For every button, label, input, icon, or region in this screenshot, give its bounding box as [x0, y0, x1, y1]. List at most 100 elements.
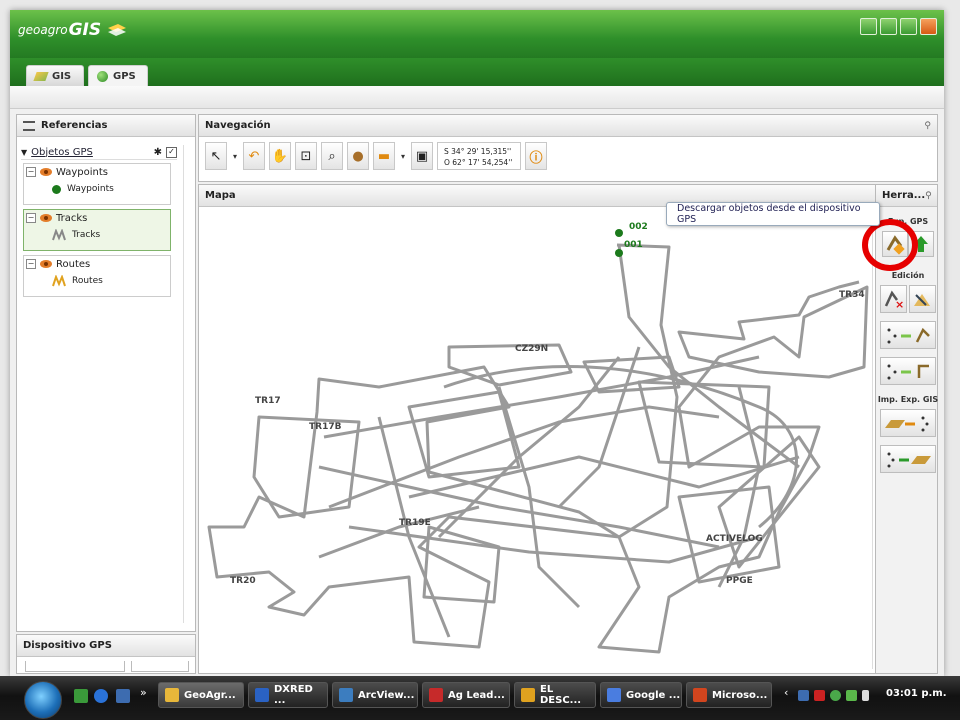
logo-prefix: geoagro — [18, 23, 68, 37]
more-chevron-icon[interactable]: » — [140, 686, 147, 699]
herramientas-panel: Herra... ⚲ Exp. GPS Edición × Imp. Exp. … — [862, 184, 939, 674]
layers-icon — [33, 71, 49, 81]
start-button[interactable] — [24, 681, 62, 719]
map-label-ppge: PPGE — [726, 576, 753, 586]
points-to-line-button[interactable] — [880, 321, 936, 349]
minimize-icon[interactable] — [880, 18, 897, 35]
dropdown-arrow-icon[interactable]: ▾ — [231, 152, 239, 161]
device-select-left[interactable] — [25, 661, 125, 672]
layer-name: Routes — [56, 258, 91, 270]
taskbar-button-geoagro[interactable]: GeoAgr... — [158, 682, 244, 708]
map-label-002: 002 — [629, 222, 648, 232]
tab-gis[interactable]: GIS — [26, 65, 84, 86]
panel-scrollbar[interactable] — [183, 145, 192, 623]
edit-track-button[interactable] — [909, 285, 936, 313]
map-label-tr17b: TR17B — [309, 422, 342, 432]
taskbar-button-google[interactable]: Google ... — [600, 682, 682, 708]
ie-icon[interactable] — [94, 689, 108, 703]
logo-layers-icon — [108, 24, 127, 36]
eye-icon[interactable] — [40, 214, 52, 222]
select-arrow-icon[interactable]: ↖ — [205, 142, 227, 170]
dropdown-arrow-icon[interactable]: ▾ — [399, 152, 407, 161]
shield-icon[interactable] — [846, 690, 857, 701]
security-alert-icon[interactable] — [814, 690, 825, 701]
collapse-toggle-icon[interactable]: − — [26, 213, 36, 223]
app-icon — [339, 688, 353, 702]
tab-gis-label: GIS — [52, 70, 72, 82]
layer-color-icon[interactable]: ▬ — [373, 142, 395, 170]
export-gis-icon — [887, 452, 931, 468]
taskbar-button-el-desc[interactable]: EL DESC... — [514, 682, 596, 708]
quicklaunch-icon[interactable] — [74, 689, 88, 703]
power-icon[interactable] — [862, 690, 869, 701]
device-select-right[interactable] — [131, 661, 189, 672]
taskbar-button-microsoft[interactable]: Microso... — [686, 682, 772, 708]
objetos-gps-row[interactable]: ▼ Objetos GPS ✱ ✓ — [21, 145, 177, 160]
imp-exp-gis-label: Imp. Exp. GIS — [877, 395, 939, 404]
zoom-window-icon[interactable]: ⊡ — [295, 142, 317, 170]
layer-tracks[interactable]: − Tracks Tracks — [23, 209, 171, 251]
track-path — [207, 243, 869, 654]
import-gis-button[interactable] — [880, 409, 936, 437]
network-icon[interactable] — [798, 690, 809, 701]
map-canvas[interactable]: 002 001 TR34 CZ29N TR17 TR17B TR19E ACTI… — [199, 207, 871, 659]
svg-text:×: × — [895, 298, 904, 311]
restore-icon[interactable] — [860, 18, 877, 35]
taskbar-button-aglead[interactable]: Ag Lead... — [422, 682, 510, 708]
tray-expand-icon[interactable]: ‹ — [784, 686, 788, 699]
visibility-checkbox[interactable]: ✓ — [166, 146, 177, 158]
system-clock[interactable]: 03:01 p.m. — [886, 688, 947, 699]
info-icon[interactable]: ⓘ — [525, 142, 547, 170]
undo-icon[interactable]: ↶ — [243, 142, 265, 170]
taskbar-button-dxred[interactable]: DXRED ... — [248, 682, 328, 708]
map-label-tr20: TR20 — [230, 576, 256, 586]
tab-gps[interactable]: GPS — [88, 65, 148, 86]
gps-globe-icon — [97, 70, 108, 82]
herramientas-title: Herra... — [882, 190, 926, 201]
track-path — [318, 505, 480, 559]
points-to-polygon-button[interactable] — [880, 357, 936, 385]
globe-icon[interactable]: ● — [347, 142, 369, 170]
referencias-header: Referencias — [17, 115, 195, 137]
export-gis-button[interactable] — [880, 445, 936, 473]
layer-name: Tracks — [56, 212, 88, 224]
dispositivo-title: Dispositivo GPS — [23, 640, 112, 651]
waypoint-marker[interactable] — [615, 229, 623, 237]
taskbar-label: Microso... — [712, 689, 768, 701]
app-icon — [165, 688, 179, 702]
pin-icon[interactable]: ⚲ — [925, 191, 932, 201]
maximize-icon[interactable] — [900, 18, 917, 35]
layer-routes[interactable]: − Routes Routes — [23, 255, 171, 297]
layer-waypoints[interactable]: − Waypoints Waypoints — [23, 163, 171, 205]
list-icon — [23, 120, 35, 131]
map-view-icon[interactable]: ▣ — [411, 142, 433, 170]
collapse-toggle-icon[interactable]: − — [26, 167, 36, 177]
points-to-polygon-icon — [887, 364, 929, 380]
track-path — [717, 435, 821, 569]
herramientas-header: Herra... ⚲ — [876, 185, 937, 207]
route-line-icon — [52, 275, 66, 287]
pin-icon[interactable]: ⚲ — [924, 121, 931, 131]
dispositivo-panel: Dispositivo GPS — [16, 634, 196, 674]
collapse-arrow-icon[interactable]: ▼ — [21, 148, 27, 157]
pan-hand-icon[interactable]: ✋ — [269, 142, 291, 170]
track-path — [323, 355, 760, 439]
folder-icon — [521, 688, 535, 702]
coord-lat: S 34° 29' 15,315'' — [444, 147, 512, 156]
app-icon — [255, 688, 269, 702]
show-desktop-icon[interactable] — [116, 689, 130, 703]
layer-name: Waypoints — [56, 166, 109, 178]
waypoint-marker[interactable] — [615, 249, 623, 257]
messenger-icon[interactable] — [830, 690, 841, 701]
settings-icon[interactable]: ✱ — [154, 147, 162, 158]
zoom-extent-icon[interactable]: ⌕ — [321, 142, 343, 170]
taskbar-button-arcview[interactable]: ArcView... — [332, 682, 418, 708]
map-label-tr17: TR17 — [255, 396, 281, 406]
app-icon — [429, 688, 443, 702]
delete-track-button[interactable]: × — [880, 285, 907, 313]
eye-icon[interactable] — [40, 168, 52, 176]
download-tooltip: Descargar objetos desde el dispositivo G… — [666, 202, 880, 226]
close-icon[interactable] — [920, 18, 937, 35]
collapse-toggle-icon[interactable]: − — [26, 259, 36, 269]
eye-icon[interactable] — [40, 260, 52, 268]
